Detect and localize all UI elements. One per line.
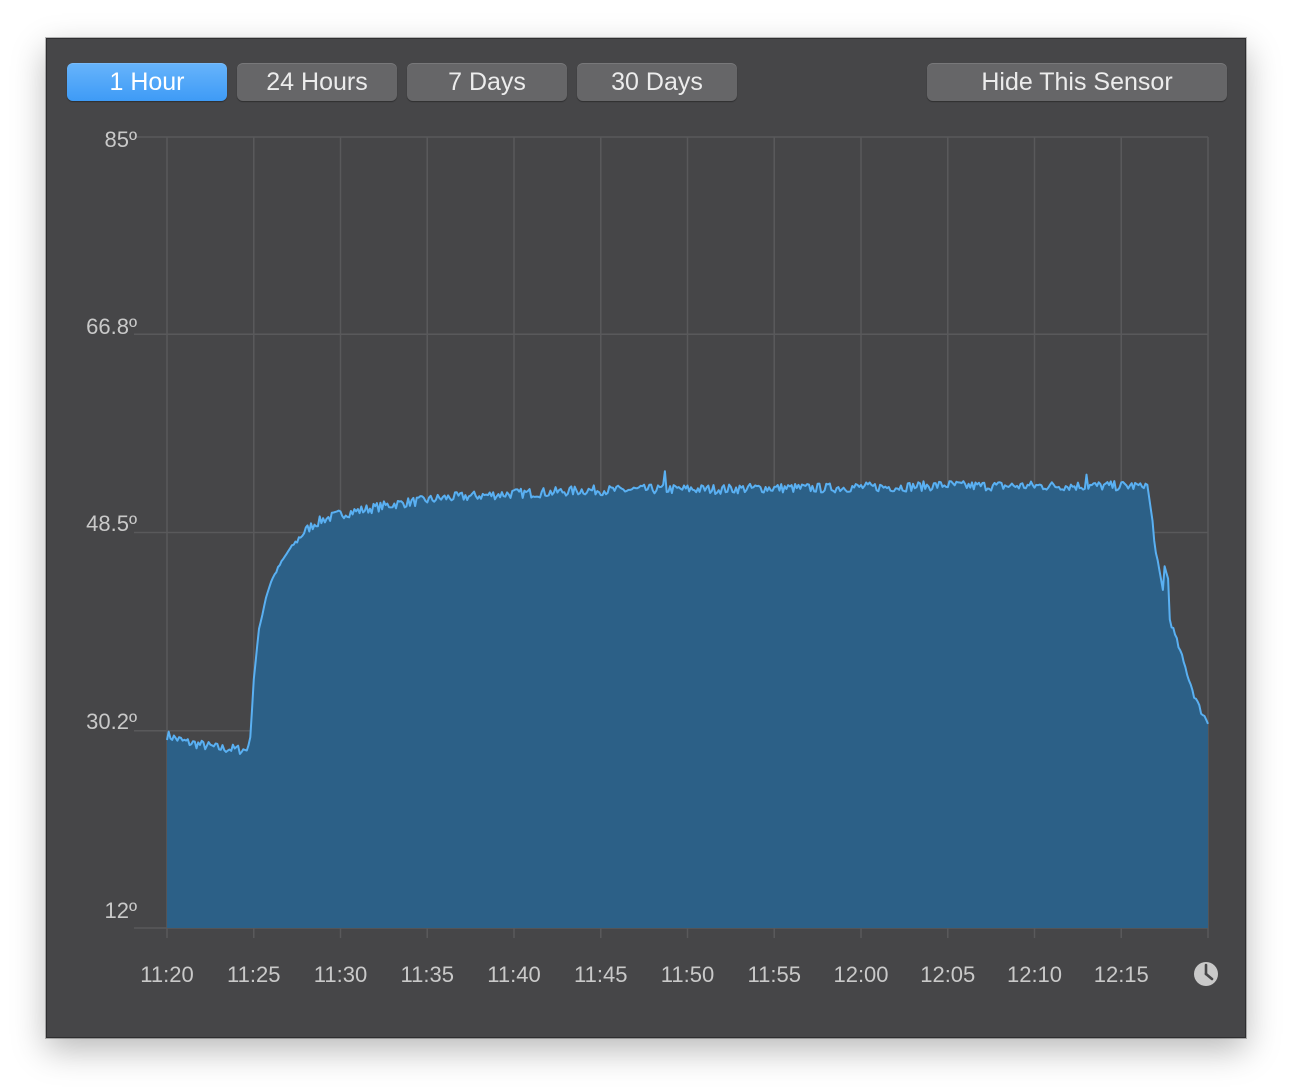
y-axis-labels: 85º 66.8º 48.5º 30.2º 12º bbox=[86, 127, 137, 923]
x-tick-label: 11:50 bbox=[661, 962, 714, 987]
sensor-history-window: 1 Hour 24 Hours 7 Days 30 Days Hide This… bbox=[46, 38, 1246, 1038]
y-tick-label: 30.2º bbox=[86, 709, 137, 734]
x-tick-label: 11:35 bbox=[401, 962, 454, 987]
x-tick-label: 12:00 bbox=[833, 962, 888, 987]
chart-area-layer bbox=[166, 470, 1209, 928]
x-tick-label: 11:55 bbox=[748, 962, 801, 987]
y-tick-label: 12º bbox=[104, 898, 137, 923]
x-tick-label: 11:40 bbox=[487, 962, 540, 987]
y-tick-label: 66.8º bbox=[86, 314, 137, 339]
x-tick-label: 12:05 bbox=[920, 962, 975, 987]
x-tick-label: 12:10 bbox=[1007, 962, 1062, 987]
x-tick-label: 11:25 bbox=[227, 962, 280, 987]
clock-icon[interactable] bbox=[1194, 962, 1218, 986]
x-tick-label: 11:45 bbox=[574, 962, 627, 987]
x-tick-label: 11:30 bbox=[314, 962, 367, 987]
temperature-chart: 85º66.8º48.5º30.2º12º 11:20 11:25 11:30 11:… bbox=[86, 127, 1218, 987]
x-axis-labels: 11:20 11:25 11:30 11:35 11:40 11:45 11:50 11:55… bbox=[140, 962, 1148, 987]
x-tick-label: 11:20 bbox=[140, 962, 193, 987]
x-tick-label: 12:15 bbox=[1094, 962, 1149, 987]
y-tick-label: 48.5º bbox=[86, 511, 137, 536]
temperature-area bbox=[167, 471, 1208, 928]
y-tick-label: 85º bbox=[104, 127, 137, 152]
